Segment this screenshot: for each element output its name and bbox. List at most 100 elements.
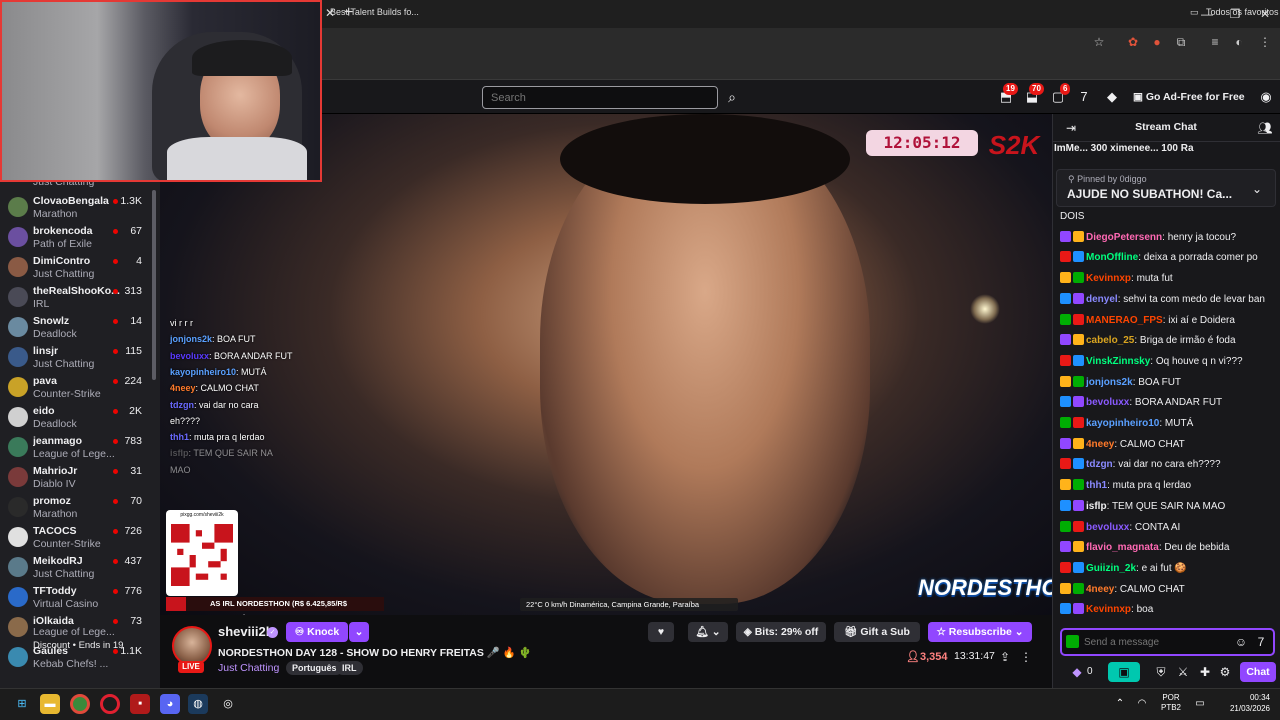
tray-chevron-icon[interactable]: ⌃ xyxy=(1110,694,1130,714)
sidebar-channel-item[interactable]: theRealShooKo... IRL 313 xyxy=(0,282,160,312)
prediction-icon[interactable]: ▣ xyxy=(1108,662,1140,682)
emote-icon[interactable]: ☺ xyxy=(1232,633,1250,651)
bits-icon[interactable]: ◆ xyxy=(1102,88,1122,106)
chat-username[interactable]: Kevinnxp xyxy=(1086,273,1131,284)
windows-start-icon[interactable]: ⊞ xyxy=(12,694,32,714)
tag-irl[interactable]: IRL xyxy=(336,661,363,675)
sidebar-channel-item[interactable]: pava Counter-Strike 224 xyxy=(0,372,160,402)
chat-username[interactable]: isflp xyxy=(1086,501,1107,512)
clock-date[interactable]: 21/03/2026 xyxy=(1222,704,1270,713)
chat-message[interactable]: kayopinheiro10: MUTÁ xyxy=(1060,417,1274,431)
user-avatar[interactable]: ◉ xyxy=(1256,88,1276,106)
extension-icon[interactable]: ● xyxy=(1148,33,1166,51)
chat-message[interactable]: jonjons2k: BOA FUT xyxy=(1060,375,1274,390)
menu-icon[interactable]: ⋮ xyxy=(1256,33,1274,51)
extension-7tv-icon[interactable]: 7 xyxy=(1074,88,1094,106)
bookmark-item[interactable]: Best Talent Builds fo... xyxy=(330,3,419,21)
sword-icon[interactable]: ⚔ xyxy=(1174,663,1192,681)
chat-username[interactable]: denyel xyxy=(1086,294,1118,305)
wifi-icon[interactable]: ◠ xyxy=(1132,694,1152,714)
video-player[interactable] xyxy=(160,114,1052,615)
chat-message[interactable]: tdzgn: vai dar no cara eh???? xyxy=(1060,458,1274,472)
chat-username[interactable]: bevoluxx xyxy=(1086,397,1129,408)
sidebar-channel-item[interactable]: MeikodRJ Just Chatting 437 xyxy=(0,552,160,582)
shield-icon[interactable]: ⛨ xyxy=(1152,663,1170,681)
notification-bell-button[interactable]: 🔔︎ ⌄ xyxy=(688,622,728,642)
sidebar-channel-item[interactable]: TFToddy Virtual Casino 776 xyxy=(0,582,160,612)
tray-icon[interactable]: ▭ xyxy=(1190,694,1210,714)
sidebar-channel-item[interactable]: linsjr Just Chatting 115 xyxy=(0,342,160,372)
sidebar-channel-item[interactable]: eido Deadlock 2K xyxy=(0,402,160,432)
bookmark-folder[interactable]: Todos os favoritos xyxy=(1206,3,1279,21)
sidebar-channel-item[interactable]: ClovaoBengala Marathon 1.3K xyxy=(0,192,160,222)
chat-message[interactable]: 4neey: CALMO CHAT xyxy=(1060,437,1274,452)
community-icon[interactable]: 👥︎ xyxy=(1256,119,1274,137)
app-icon[interactable]: ■ xyxy=(130,694,150,714)
chat-username[interactable]: Kevinnxp xyxy=(1086,604,1131,615)
sidebar-channel-item[interactable]: iOlkaida League of Lege... 73 xyxy=(0,612,160,642)
game-link[interactable]: Just Chatting xyxy=(218,662,279,674)
search-icon[interactable]: ⌕ xyxy=(720,86,744,109)
chat-username[interactable]: MANERAO_FPS xyxy=(1086,315,1163,326)
chat-username[interactable]: MonOffline xyxy=(1086,252,1138,263)
sidebar-channel-item[interactable]: Snowlz Deadlock 14 xyxy=(0,312,160,342)
chat-username[interactable]: VinskZinnsky xyxy=(1086,356,1150,367)
sidebar-channel-item[interactable]: brokencoda Path of Exile 67 xyxy=(0,222,160,252)
chat-message[interactable]: isflp: TEM QUE SAIR NA MAO xyxy=(1060,499,1274,514)
file-explorer-icon[interactable]: ▬ xyxy=(40,694,60,714)
channel-name[interactable]: sheviii2k xyxy=(218,624,273,639)
sidebar-channel-item[interactable]: DimiContro Just Chatting 4 xyxy=(0,252,160,282)
chat-message[interactable]: Kevinnxp: boa xyxy=(1060,603,1274,617)
search-input[interactable] xyxy=(482,86,718,109)
profile-icon[interactable]: ◐ xyxy=(1230,33,1248,51)
chat-message[interactable]: cabelo_25: Briga de irmão é foda xyxy=(1060,334,1274,348)
obs-icon[interactable]: ◎ xyxy=(218,694,238,714)
chat-message[interactable]: thh1: muta pra q lerdao xyxy=(1060,479,1274,493)
chat-message[interactable]: VinskZinnsky: Oq houve q n vi??? xyxy=(1060,354,1274,369)
chat-input[interactable] xyxy=(1084,635,1224,649)
channel-avatar[interactable] xyxy=(172,626,212,666)
chat-message[interactable]: 4neey: CALMO CHAT xyxy=(1060,582,1274,597)
sidebar-channel-item[interactable]: jeanmago League of Lege... 783 xyxy=(0,432,160,462)
chevron-down-icon[interactable]: ⌄ xyxy=(1248,180,1266,198)
chat-username[interactable]: cabelo_25 xyxy=(1086,335,1134,346)
chat-username[interactable]: 4neey xyxy=(1086,584,1114,595)
chat-username[interactable]: DiegoPetersenn xyxy=(1086,232,1162,243)
follow-heart-button[interactable]: ♥ xyxy=(648,622,674,642)
share-icon[interactable]: ⇪ xyxy=(996,648,1014,666)
chat-username[interactable]: flavio_magnata xyxy=(1086,542,1159,553)
reading-list-icon[interactable]: ≡ xyxy=(1206,33,1224,51)
knock-button[interactable]: ♾ Knock xyxy=(286,622,348,642)
bookmark-star-icon[interactable]: ☆ xyxy=(1090,33,1108,51)
bits-button[interactable]: ◈ Bits: 29% off xyxy=(736,622,826,642)
opera-icon[interactable] xyxy=(100,694,120,714)
seventv-emote-icon[interactable]: 7 xyxy=(1252,633,1270,651)
gift-sub-button[interactable]: 🎁︎ Gift a Sub xyxy=(834,622,920,642)
chat-username[interactable]: Guiizin_2k xyxy=(1086,563,1136,574)
chat-message[interactable]: MANERAO_FPS: ixi aí e Doidera xyxy=(1060,313,1274,328)
chat-message[interactable]: DOIS xyxy=(1060,210,1274,224)
clock-time[interactable]: 00:34 xyxy=(1240,693,1270,702)
sidebar-scrollbar[interactable] xyxy=(152,190,156,380)
language-indicator[interactable]: POR PTB2 xyxy=(1160,693,1182,713)
settings-gear-icon[interactable]: ⚙ xyxy=(1216,663,1234,681)
gift-leaderboard[interactable]: ImMe... 300 ximenee... 100 Ra xyxy=(1054,143,1280,159)
tag-language[interactable]: Português xyxy=(286,661,343,675)
chrome-icon[interactable] xyxy=(70,694,90,714)
chat-message[interactable]: MonOffline: deixa a porrada comer po xyxy=(1060,251,1274,265)
knock-dropdown[interactable]: ⌄ xyxy=(349,622,369,642)
chat-send-button[interactable]: Chat xyxy=(1240,662,1276,682)
sidebar-channel-item[interactable]: TACOCS Counter-Strike 726 xyxy=(0,522,160,552)
steam-icon[interactable]: ◍ xyxy=(188,694,208,714)
chat-message[interactable]: denyel: sehvi ta com medo de levar ban xyxy=(1060,292,1274,307)
go-ad-free-button[interactable]: ▣ Go Ad-Free for Free xyxy=(1127,87,1247,107)
chat-message[interactable]: Kevinnxp: muta fut xyxy=(1060,272,1274,286)
chat-username[interactable]: tdzgn xyxy=(1086,459,1113,470)
chat-message[interactable]: bevoluxx: CONTA AI xyxy=(1060,520,1274,535)
discord-icon[interactable]: ◕ xyxy=(160,694,180,714)
chat-username[interactable]: kayopinheiro10 xyxy=(1086,418,1159,429)
tools-icon[interactable]: ✚ xyxy=(1196,663,1214,681)
extension-icon[interactable]: ✿ xyxy=(1124,33,1142,51)
chat-message[interactable]: bevoluxx: BORA ANDAR FUT xyxy=(1060,396,1274,410)
sidebar-channel-item[interactable]: promoz Marathon 70 xyxy=(0,492,160,522)
